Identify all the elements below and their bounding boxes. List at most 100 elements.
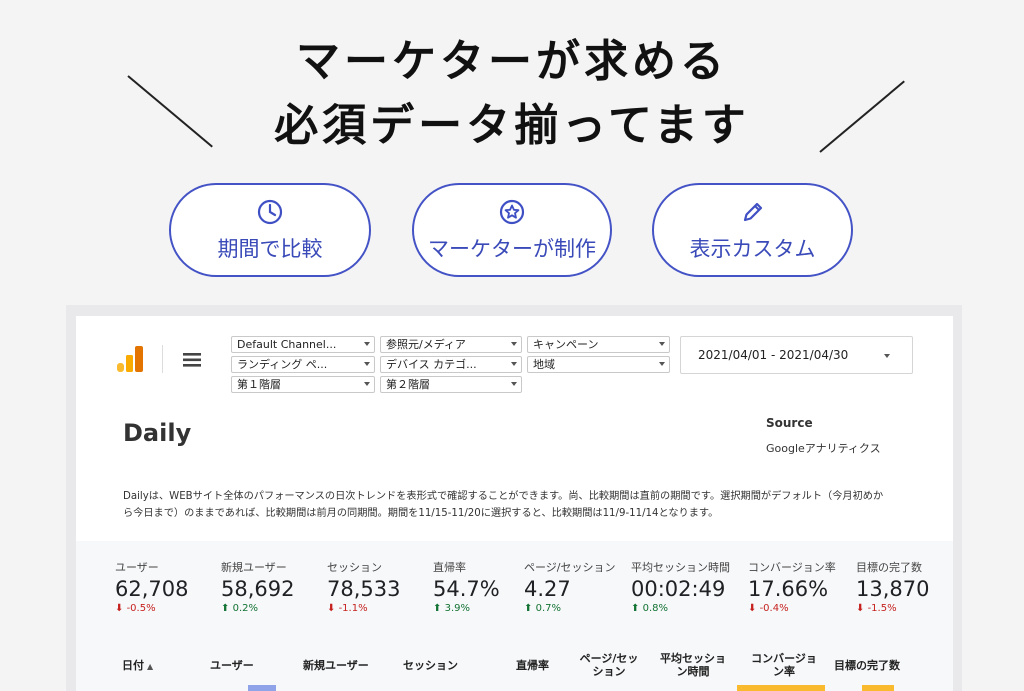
metric-label: セッション [327,561,382,574]
filter-value: 第１階層 [237,378,281,391]
menu-icon[interactable] [183,353,201,367]
chevron-down-icon [364,342,370,346]
column-header-line: ページ/セッ [579,652,639,665]
filter-value: 第２階層 [386,378,430,391]
metric-users: ユーザー 62,708 ⬇ -0.5% [115,559,188,614]
metric-delta-value: -0.5% [126,603,156,614]
filter-device-category[interactable]: デバイス カテゴ... [380,356,522,373]
metric-label: 直帰率 [433,561,466,574]
filter-value: ランディング ペ... [237,358,328,371]
metric-value: 17.66% [748,577,829,601]
metric-label: 平均セッション時間 [631,561,730,574]
pencil-icon [743,202,762,222]
arrow-up-icon: ⬆ [631,603,640,614]
feature-label: マーケターが制作 [428,237,596,261]
report-title: Daily [123,419,192,447]
filter-value: Default Channel... [237,338,337,351]
chevron-down-icon [364,382,370,386]
arrow-down-icon: ⬇ [115,603,124,614]
metric-delta-value: 0.8% [642,603,668,614]
feature-made-by-marketers: マーケターが制作 [412,183,612,277]
date-range-value: 2021/04/01 - 2021/04/30 [698,348,849,362]
column-header-date[interactable]: 日付 ▲ [122,659,153,673]
chevron-down-icon [511,342,517,346]
metric-value: 78,533 [327,577,401,601]
metric-delta-value: -1.1% [338,603,368,614]
column-header-conversion-rate[interactable]: コンバージョ ン率 [744,652,824,678]
data-bar-users [248,685,276,691]
filter-value: デバイス カテゴ... [386,358,477,371]
metric-delta: ⬇ -1.5% [856,603,929,614]
headline-line-1: マーケターが求める [296,36,728,87]
metric-label: ページ/セッション [524,561,616,574]
sort-ascending-icon[interactable]: ▲ [147,662,153,671]
data-bar-goal-completions [862,685,894,691]
filter-value: キャンペーン [533,338,599,351]
metric-value: 62,708 [115,577,189,601]
metric-new-users: 新規ユーザー 58,692 ⬆ 0.2% [221,559,294,614]
chevron-down-icon [659,362,665,366]
data-bar-conversion-rate [737,685,825,691]
metric-value: 54.7% [433,577,500,601]
filter-landing-page[interactable]: ランディング ペ... [231,356,375,373]
star-circle-icon [499,199,525,225]
chevron-down-icon [511,362,517,366]
metric-label: コンバージョン率 [748,561,836,574]
feature-compare-period: 期間で比較 [169,183,371,277]
metric-value: 00:02:49 [631,577,726,601]
metric-delta-value: 0.7% [535,603,561,614]
metric-delta-value: -0.4% [759,603,789,614]
column-header-line: ン時間 [676,665,710,678]
column-header-line: ン率 [773,665,795,678]
filter-campaign[interactable]: キャンペーン [527,336,670,353]
arrow-down-icon: ⬇ [748,603,757,614]
filter-level-1[interactable]: 第１階層 [231,376,375,393]
arrow-up-icon: ⬆ [433,603,442,614]
metric-pages-per-session: ページ/セッション 4.27 ⬆ 0.7% [524,559,616,614]
metric-value: 58,692 [221,577,295,601]
column-header-sessions[interactable]: セッション [403,659,458,672]
filter-region[interactable]: 地域 [527,356,670,373]
column-header-goal-completions[interactable]: 目標の完了数 [834,659,900,672]
clock-icon [257,199,283,225]
metric-delta-value: 0.2% [232,603,258,614]
filter-level-2[interactable]: 第２階層 [380,376,522,393]
chevron-down-icon [364,362,370,366]
column-header-users[interactable]: ユーザー [210,659,254,672]
column-header-new-users[interactable]: 新規ユーザー [303,659,369,672]
filter-default-channel[interactable]: Default Channel... [231,336,375,353]
arrow-up-icon: ⬆ [524,603,533,614]
column-header-bounce-rate[interactable]: 直帰率 [516,659,549,672]
chevron-down-icon [884,354,890,358]
column-header-line: ション [592,665,626,678]
metric-conversion-rate: コンバージョン率 17.66% ⬇ -0.4% [748,559,836,614]
column-header-pages-per-session[interactable]: ページ/セッ ション [577,652,641,678]
feature-label: 表示カスタム [689,237,816,261]
feature-label: 期間で比較 [217,237,323,261]
report-description: Dailyは、WEBサイト全体のパフォーマンスの日次トレンドを表形式で確認するこ… [123,491,884,519]
metric-value: 4.27 [524,577,571,601]
filter-value: 参照元/メディア [386,338,466,351]
metric-delta: ⬇ -1.1% [327,603,400,614]
header-divider [162,345,163,373]
metric-delta-value: -1.5% [867,603,897,614]
metric-label: 新規ユーザー [221,561,287,574]
metric-delta: ⬇ -0.4% [748,603,836,614]
metric-delta: ⬆ 0.8% [631,603,730,614]
metric-delta: ⬇ -0.5% [115,603,188,614]
arrow-down-icon: ⬇ [856,603,865,614]
metric-delta: ⬆ 0.7% [524,603,616,614]
metric-label: 目標の完了数 [856,561,922,574]
source-label: Source [766,416,813,430]
column-header-label: 日付 [122,659,144,672]
date-range-picker[interactable]: 2021/04/01 - 2021/04/30 [680,336,913,374]
metric-goal-completions: 目標の完了数 13,870 ⬇ -1.5% [856,559,929,614]
chevron-down-icon [511,382,517,386]
metric-label: ユーザー [115,561,159,574]
column-header-line: コンバージョ [751,652,817,665]
column-header-avg-duration[interactable]: 平均セッショ ン時間 [655,652,731,678]
column-header-line: 平均セッショ [660,652,726,665]
arrow-down-icon: ⬇ [327,603,336,614]
metric-avg-session-duration: 平均セッション時間 00:02:49 ⬆ 0.8% [631,559,730,614]
filter-source-medium[interactable]: 参照元/メディア [380,336,522,353]
